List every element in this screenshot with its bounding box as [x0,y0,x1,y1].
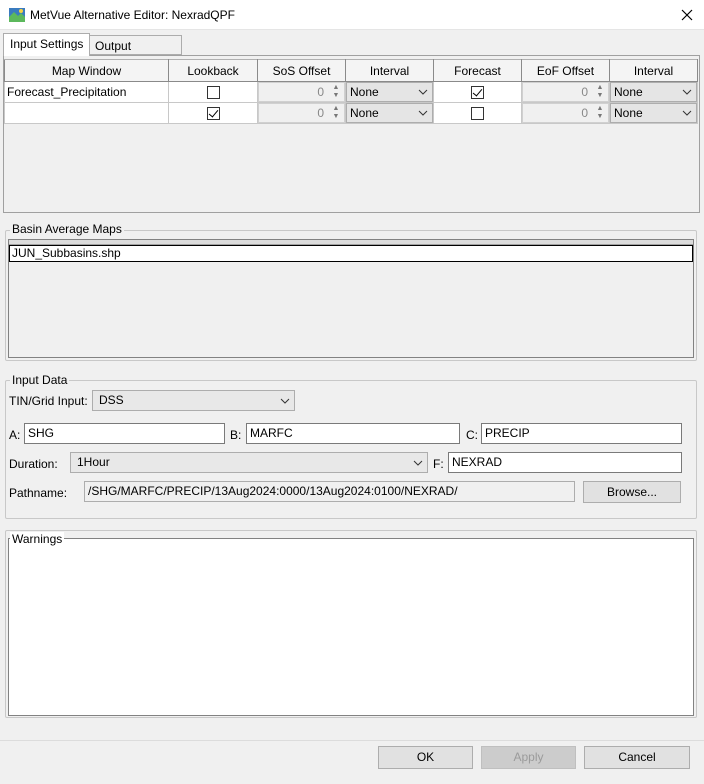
eof-offset-spinner[interactable]: 0 ▲ ▼ [522,82,609,102]
map-window-table-panel: Map Window Lookback SoS Offset Interval … [3,55,700,213]
interval-select[interactable]: None [610,82,697,102]
sos-offset-value: 0 [317,106,324,120]
table-header-row: Map Window Lookback SoS Offset Interval … [4,59,698,82]
pathname-field[interactable]: /SHG/MARFC/PRECIP/13Aug2024:0000/13Aug20… [84,481,575,502]
forecast-checkbox[interactable] [471,106,484,120]
part-f-label: F: [433,457,444,471]
tab-output-settings[interactable]: Output Settings [88,35,182,67]
duration-label: Duration: [9,457,58,471]
tin-grid-select[interactable]: DSS [92,390,295,411]
warnings-text-area[interactable] [8,538,694,716]
chevron-down-icon[interactable] [280,391,290,410]
eof-offset-value: 0 [581,85,588,99]
lookback-checkbox[interactable] [206,106,220,120]
footer-divider [0,740,704,741]
chevron-down-icon[interactable] [417,83,429,101]
browse-button[interactable]: Browse... [583,481,681,503]
tin-grid-value: DSS [99,393,124,407]
lookback-checkbox[interactable] [206,85,220,99]
interval-value: None [350,85,379,99]
interval-select[interactable]: None [610,103,697,123]
spinner-arrows-icon[interactable]: ▲ ▼ [331,105,341,121]
column-header-interval-2[interactable]: Interval [609,59,698,82]
map-window-name[interactable]: Forecast_Precipitation [4,81,169,103]
column-header-lookback[interactable]: Lookback [168,59,258,82]
cancel-button[interactable]: Cancel [584,746,690,769]
warnings-legend: Warnings [10,532,65,546]
basin-average-maps-legend: Basin Average Maps [10,222,124,236]
table-row[interactable]: Forecast_Precipitation 0 ▲ ▼ None 0 ▲ ▼ None [4,81,698,103]
part-a-label: A: [9,428,21,442]
part-b-field[interactable]: MARFC [246,423,460,444]
map-window-table: Map Window Lookback SoS Offset Interval … [4,59,698,124]
forecast-checkbox[interactable] [471,85,484,99]
duration-value: 1Hour [77,455,110,469]
metvue-app-icon [9,8,25,22]
chevron-down-icon[interactable] [681,83,693,101]
window-title: MetVue Alternative Editor: NexradQPF [30,8,235,22]
column-header-sos-offset[interactable]: SoS Offset [257,59,346,82]
table-row[interactable]: Observed_Precipitation 0 ▲ ▼ None 0 ▲ ▼ None [4,102,698,124]
column-header-interval[interactable]: Interval [345,59,434,82]
column-header-eof-offset[interactable]: EoF Offset [521,59,610,82]
input-data-legend: Input Data [10,373,70,387]
list-item[interactable]: JUN_Subbasins.shp [9,245,693,262]
interval-select[interactable]: None [346,82,433,102]
map-window-name[interactable]: Observed_Precipitation [4,102,169,124]
close-icon[interactable] [670,2,704,28]
pathname-label: Pathname: [9,486,68,500]
interval-value: None [614,106,643,120]
sos-offset-value: 0 [317,85,324,99]
interval-value: None [614,85,643,99]
column-header-forecast[interactable]: Forecast [433,59,522,82]
chevron-down-icon[interactable] [413,453,423,472]
ok-button[interactable]: OK [378,746,473,769]
apply-button[interactable]: Apply [481,746,576,769]
part-a-field[interactable]: SHG [24,423,225,444]
tin-grid-label: TIN/Grid Input: [9,394,88,408]
tab-input-settings[interactable]: Input Settings [3,33,91,56]
column-header-map-window[interactable]: Map Window [4,59,169,82]
interval-select[interactable]: None [346,103,433,123]
part-b-label: B: [230,428,242,442]
interval-value: None [350,106,379,120]
sos-offset-spinner[interactable]: 0 ▲ ▼ [258,82,345,102]
eof-offset-value: 0 [581,106,588,120]
eof-offset-spinner[interactable]: 0 ▲ ▼ [522,103,609,123]
part-c-field[interactable]: PRECIP [481,423,682,444]
chevron-down-icon[interactable] [417,104,429,122]
part-f-field[interactable]: NEXRAD [448,452,682,473]
part-c-label: C: [466,428,478,442]
duration-select[interactable]: 1Hour [70,452,428,473]
spinner-arrows-icon[interactable]: ▲ ▼ [331,84,341,100]
spinner-arrows-icon[interactable]: ▲ ▼ [595,84,605,100]
spinner-arrows-icon[interactable]: ▲ ▼ [595,105,605,121]
sos-offset-spinner[interactable]: 0 ▲ ▼ [258,103,345,123]
chevron-down-icon[interactable] [681,104,693,122]
